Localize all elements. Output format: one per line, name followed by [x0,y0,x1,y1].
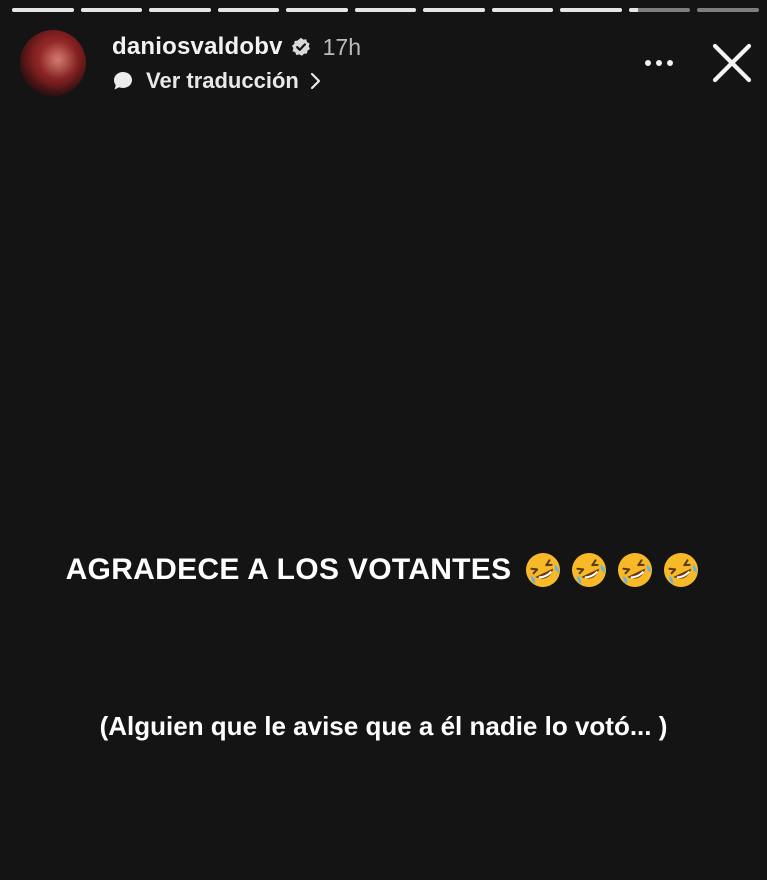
speech-bubble-icon [114,72,132,90]
progress-segment [80,8,143,12]
rolling-on-floor-laughing-emoji [526,553,561,587]
progress-segment-fill [354,8,417,12]
close-icon[interactable] [709,40,755,86]
story-progress-bar [12,8,760,12]
progress-segment [286,8,348,12]
story-subline: (Alguien que le avise que a él nadie lo … [99,711,668,741]
progress-segment [354,8,417,12]
avatar[interactable] [20,30,86,96]
progress-segment-fill [491,8,554,12]
more-options-icon[interactable] [641,48,677,78]
rolling-on-floor-laughing-emoji [664,553,699,587]
progress-segment [491,8,554,12]
progress-segment [697,8,760,12]
progress-segment [12,8,74,12]
progress-segment [423,8,485,12]
progress-segment [149,8,211,12]
chevron-right-icon [310,72,320,90]
progress-segment-fill [423,8,485,12]
see-translation-link[interactable]: Ver traducción [112,66,323,96]
see-translation-label: Ver traducción [146,68,299,93]
progress-segment-fill [12,8,74,12]
story-header: daniosvaldobv 17h Ver traducción [20,28,757,98]
progress-segment-fill [217,8,280,12]
progress-segment-fill [628,8,639,12]
progress-segment-fill [286,8,348,12]
progress-segment [628,8,691,12]
story-headline: AGRADECE A LOS VOTANTES [0,542,767,598]
progress-segment-fill [80,8,143,12]
rolling-on-floor-laughing-emoji [572,553,607,587]
story-viewer: daniosvaldobv 17h Ver traducción AGRADEC… [0,0,767,880]
rolling-on-floor-laughing-emoji [618,553,653,587]
headline-text: AGRADECE A LOS VOTANTES [65,553,512,586]
progress-segment [560,8,622,12]
username[interactable]: daniosvaldobv [112,33,283,61]
avatar-image [28,36,78,90]
username-row: daniosvaldobv 17h [112,32,361,62]
progress-segment [217,8,280,12]
post-time: 17h [322,33,362,60]
progress-segment-fill [149,8,211,12]
verified-badge-icon [291,37,310,56]
progress-segment-fill [560,8,622,12]
emoji-group [523,550,701,590]
